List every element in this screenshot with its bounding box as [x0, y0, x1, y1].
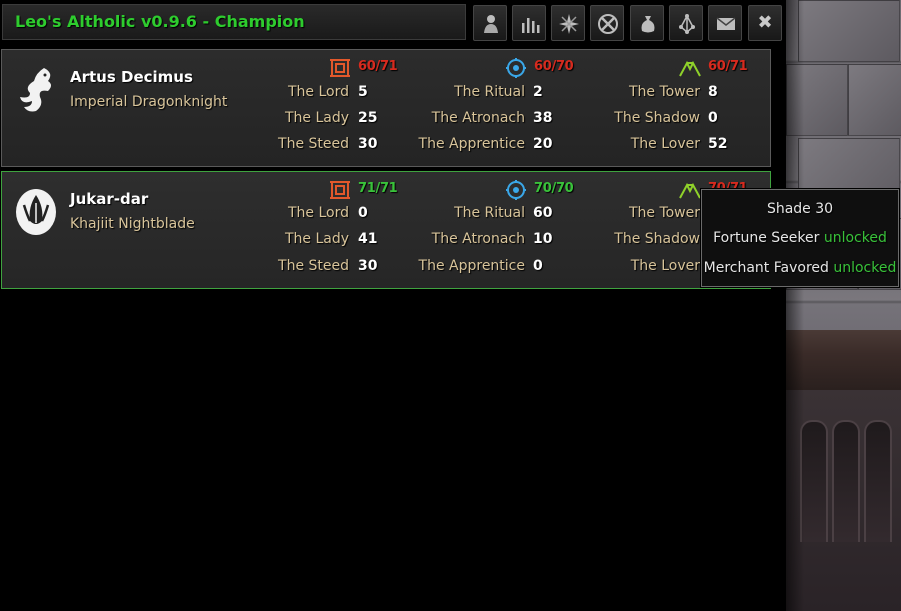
star-value: 25: [358, 110, 378, 126]
mail-icon: [716, 17, 736, 30]
star-label: The Apprentice: [418, 136, 525, 152]
warrior-constellation-icon: [330, 59, 350, 77]
star-label: The Atronach: [431, 110, 525, 126]
star-label: The Ritual: [454, 205, 525, 221]
star-value: 60: [533, 205, 553, 221]
star-label: The Lady: [284, 110, 349, 126]
tooltip-merchant-favored-line: Merchant Favored unlocked: [702, 260, 898, 276]
warrior-constellation-icon: [330, 181, 350, 199]
star-label: The Tower: [628, 205, 700, 221]
group-points: 60/71: [358, 59, 398, 74]
star-label: The Lord: [287, 84, 349, 100]
window-title: Leo's Altholic v0.9.6 - Champion: [15, 12, 305, 31]
stats-button[interactable]: [512, 5, 546, 41]
stone-block: [848, 64, 901, 136]
character-name: Artus Decimus: [70, 68, 193, 86]
arch-decoration: [864, 420, 892, 542]
character-row[interactable]: Jukar-dar Khajiit Nightblade 71/71 70/70…: [1, 171, 771, 289]
group-points: 60/71: [708, 59, 748, 74]
star-label: The Atronach: [431, 231, 525, 247]
close-button[interactable]: ✖: [748, 5, 782, 41]
star-value: 30: [358, 258, 378, 274]
star-label: The Lover: [630, 136, 700, 152]
character-icon: [484, 15, 498, 33]
star-label: The Tower: [628, 84, 700, 100]
group-points: 60/70: [534, 59, 574, 74]
money-bag-icon: [641, 16, 655, 33]
mail-button[interactable]: [708, 5, 742, 41]
star-label: The Steed: [278, 258, 349, 274]
star-value: 0: [533, 258, 543, 274]
characters-button[interactable]: [473, 5, 507, 41]
star-label: The Lord: [287, 205, 349, 221]
star-label: The Apprentice: [418, 258, 525, 274]
nightblade-crest-icon: [16, 189, 56, 235]
background-scenery: [786, 0, 901, 611]
tooltip-fortune-seeker-line: Fortune Seeker unlocked: [702, 230, 898, 246]
constellation-button[interactable]: [669, 5, 703, 41]
thief-constellation-icon: [679, 60, 701, 77]
crossed-weapons-icon: [598, 14, 618, 34]
mage-constellation-icon: [506, 58, 526, 78]
arch-decoration: [800, 420, 828, 542]
close-icon: ✖: [757, 12, 773, 33]
inventory-button[interactable]: [630, 5, 664, 41]
star-value: 20: [533, 136, 553, 152]
title-bar[interactable]: Leo's Altholic v0.9.6 - Champion: [2, 4, 466, 40]
altholic-window: Leo's Altholic v0.9.6 - Champion ✖ Artus…: [0, 0, 786, 611]
skills-button[interactable]: [590, 5, 624, 41]
star-label: The Lady: [284, 231, 349, 247]
star-value: 52: [708, 136, 728, 152]
perk-name: Fortune Seeker: [713, 230, 820, 246]
star-label: The Ritual: [454, 84, 525, 100]
dragon-crest-icon: [20, 68, 51, 112]
group-points: 70/70: [534, 181, 574, 196]
constellation-icon: [679, 14, 695, 34]
arch-decoration: [832, 420, 860, 542]
character-race-class: Khajiit Nightblade: [70, 216, 195, 232]
star-value: 38: [533, 110, 553, 126]
character-race-class: Imperial Dragonknight: [70, 94, 228, 110]
thief-constellation-icon: [679, 182, 701, 199]
edge-shadow: [786, 0, 804, 611]
star-value: 5: [358, 84, 368, 100]
star-value: 30: [358, 136, 378, 152]
champion-button[interactable]: [551, 5, 585, 41]
group-points: 71/71: [358, 181, 398, 196]
star-label: The Lover: [630, 258, 700, 274]
star-value: 2: [533, 84, 543, 100]
character-row[interactable]: Artus Decimus Imperial Dragonknight 60/7…: [1, 49, 771, 167]
character-name: Jukar-dar: [70, 190, 149, 208]
star-value: 0: [708, 110, 718, 126]
mage-constellation-icon: [506, 180, 526, 200]
stats-bars-icon: [522, 18, 540, 33]
star-tooltip: Shade 30 Fortune Seeker unlocked Merchan…: [701, 189, 899, 287]
star-label: The Shadow: [614, 231, 700, 247]
perk-status: unlocked: [823, 230, 887, 246]
star-value: 8: [708, 84, 718, 100]
perk-status: unlocked: [833, 260, 897, 276]
star-value: 0: [358, 205, 368, 221]
perk-name: Merchant Favored: [703, 260, 829, 276]
star-label: The Shadow: [614, 110, 700, 126]
tooltip-shade-line: Shade 30: [766, 201, 834, 217]
star-value: 10: [533, 231, 553, 247]
star-value: 41: [358, 231, 378, 247]
compass-star-icon: [559, 14, 579, 34]
star-label: The Steed: [278, 136, 349, 152]
stone-block: [798, 0, 900, 62]
